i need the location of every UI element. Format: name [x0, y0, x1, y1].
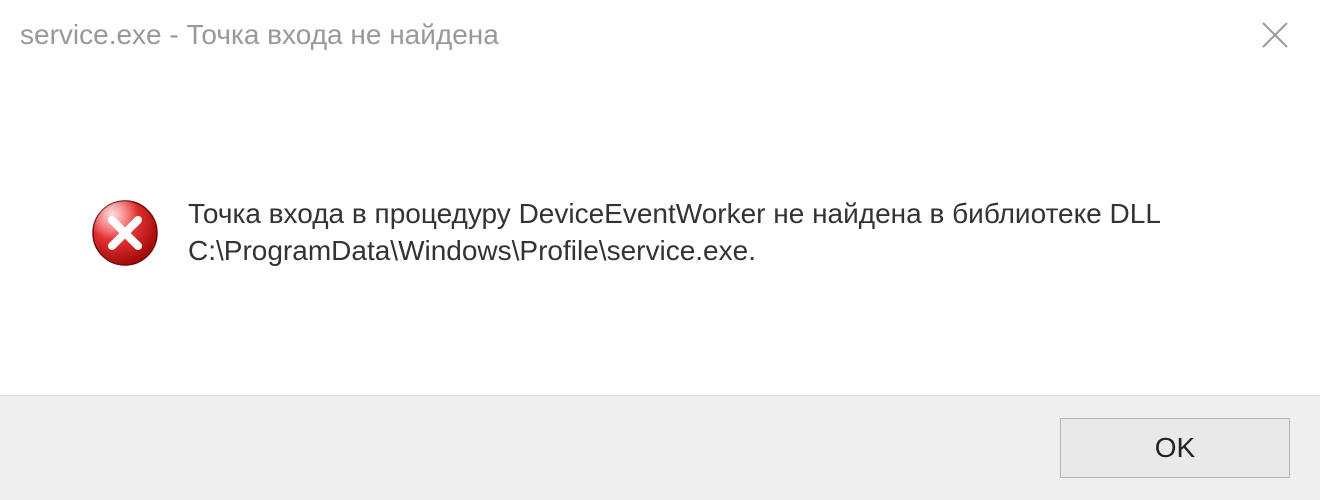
close-button[interactable] — [1250, 10, 1300, 60]
titlebar: service.exe - Точка входа не найдена — [0, 0, 1320, 70]
close-icon — [1259, 19, 1291, 51]
error-dialog: service.exe - Точка входа не найдена — [0, 0, 1320, 500]
dialog-footer: OK — [0, 395, 1320, 500]
error-icon — [90, 198, 160, 268]
window-title: service.exe - Точка входа не найдена — [20, 19, 499, 51]
ok-button[interactable]: OK — [1060, 418, 1290, 478]
error-message: Точка входа в процедуру DeviceEventWorke… — [188, 196, 1260, 269]
dialog-content: Точка входа в процедуру DeviceEventWorke… — [0, 70, 1320, 395]
